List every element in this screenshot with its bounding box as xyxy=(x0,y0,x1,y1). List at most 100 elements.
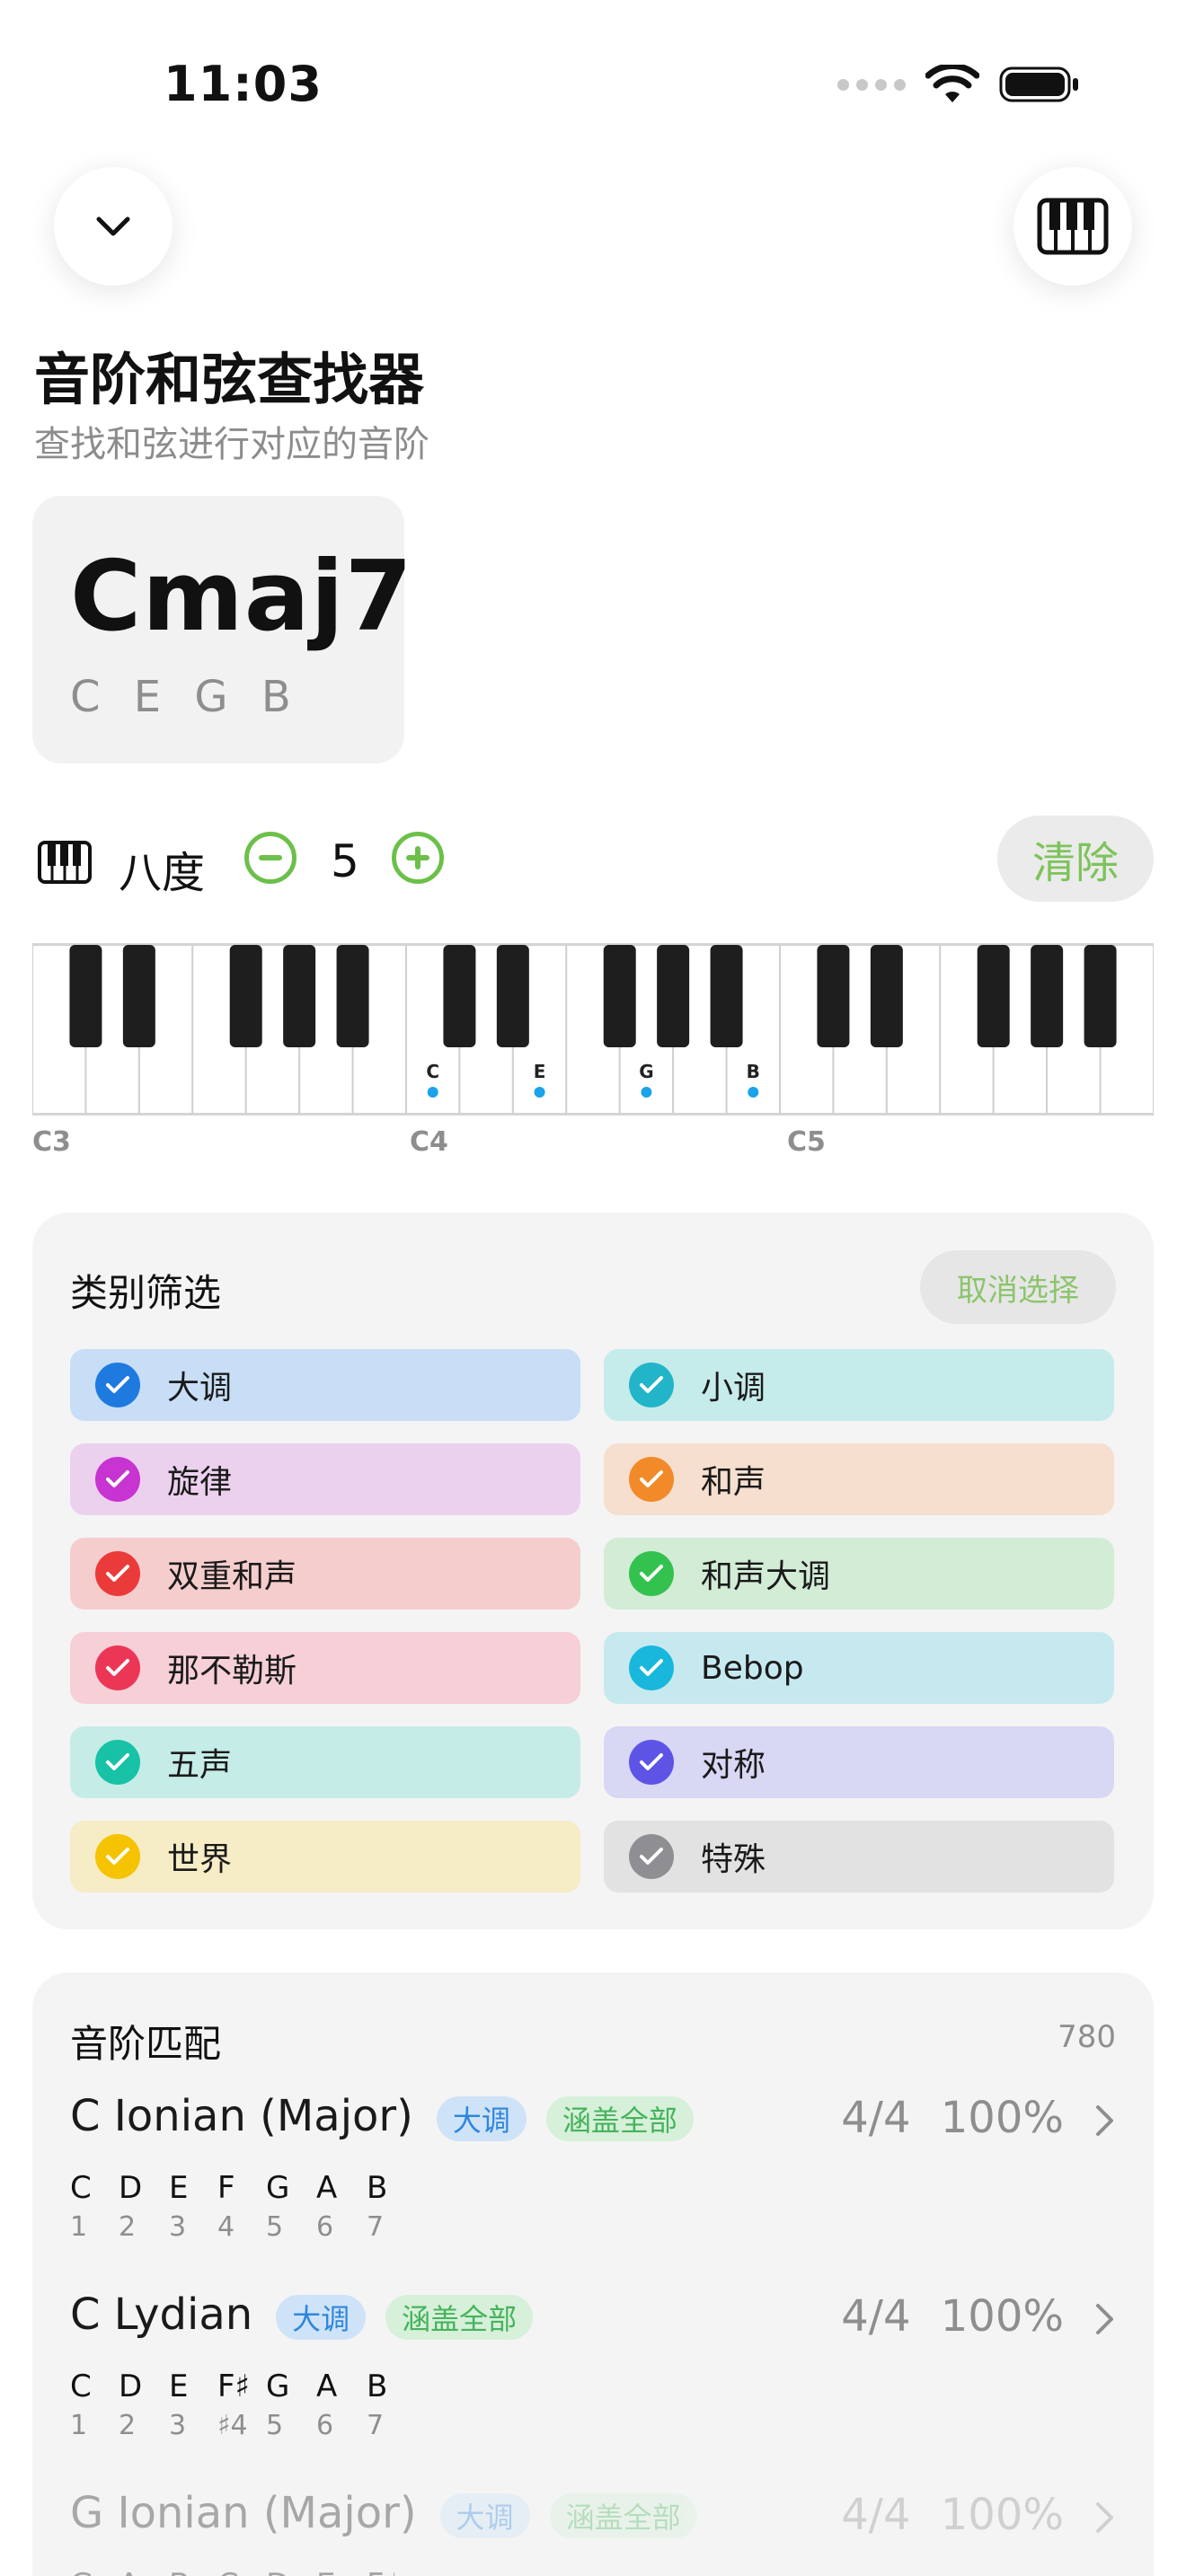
scale-name: C Lydian xyxy=(70,2289,253,2340)
black-key[interactable] xyxy=(977,945,1010,1047)
black-key[interactable] xyxy=(496,945,529,1047)
checkmark-icon xyxy=(629,1740,674,1785)
filter-chip[interactable]: 和声大调 xyxy=(604,1538,1114,1610)
scale-note: B xyxy=(367,2369,388,2404)
filter-chip[interactable]: 和声 xyxy=(604,1443,1114,1515)
match-ratio: 4/4 xyxy=(841,2291,911,2342)
scale-degree: 1 xyxy=(70,2211,88,2243)
filter-chip[interactable]: 特殊 xyxy=(604,1821,1114,1892)
filter-chip[interactable]: 旋律 xyxy=(70,1443,580,1515)
match-ratio: 4/4 xyxy=(841,2093,911,2143)
black-key[interactable] xyxy=(122,945,155,1047)
checkmark-icon xyxy=(95,1457,140,1502)
scale-note: C xyxy=(70,2369,92,2404)
filter-chip-label: 那不勒斯 xyxy=(167,1653,297,1689)
collapse-button[interactable] xyxy=(54,167,173,286)
match-percent: 100% xyxy=(940,2490,1064,2540)
scale-note: C xyxy=(217,2567,239,2576)
filter-chip[interactable]: 双重和声 xyxy=(70,1538,580,1610)
black-key[interactable] xyxy=(443,945,476,1047)
key-highlight-dot xyxy=(748,1087,759,1098)
coverage-badge: 涵盖全部 xyxy=(545,2096,694,2141)
deselect-all-button[interactable]: 取消选择 xyxy=(920,1250,1116,1324)
match-score: 4/4 100% xyxy=(841,2291,1064,2342)
checkmark-icon xyxy=(95,1645,140,1690)
black-key[interactable] xyxy=(657,945,690,1047)
scale-note: D xyxy=(266,2567,289,2576)
filter-chip-label: 特殊 xyxy=(701,1841,766,1878)
filter-chip-label: 和声 xyxy=(701,1464,766,1501)
cellular-signal-icon xyxy=(837,78,906,91)
scale-match-row[interactable]: G Ionian (Major)大调涵盖全部4/4 100%GABCDEF♯12… xyxy=(70,2488,1116,2576)
status-time: 11:03 xyxy=(164,56,323,112)
black-key[interactable] xyxy=(336,945,369,1047)
chord-card[interactable]: Cmaj7 C E G B xyxy=(32,496,412,763)
scale-note: F xyxy=(217,2170,235,2206)
filter-chip[interactable]: 大调 xyxy=(70,1349,580,1421)
black-key[interactable] xyxy=(870,945,903,1047)
filter-chip[interactable]: Bebop xyxy=(604,1632,1114,1704)
filter-chip-label: Bebop xyxy=(701,1649,804,1687)
scale-match-row[interactable]: C Lydian 大调 涵盖全部 4/4 100% C D E F♯ G A B 1 2 3 ♯4 5 6 7 xyxy=(70,2289,1116,2469)
scale-note: F♯ xyxy=(367,2567,399,2576)
piano-keyboard-svg[interactable]: CEGB xyxy=(31,944,1155,1115)
scale-degree: 7 xyxy=(367,2410,385,2441)
checkmark-icon xyxy=(95,1834,140,1879)
scale-matches-card: 音阶匹配 780 C Ionian (Major) 大调 涵盖全部 4/4 100% C… xyxy=(32,1972,1154,2576)
octave-markers: C3 C4 C5 xyxy=(32,1126,1154,1162)
key-highlight-dot xyxy=(427,1087,438,1098)
filter-chip[interactable]: 小调 xyxy=(604,1349,1114,1421)
checkmark-icon xyxy=(629,1363,674,1407)
matches-title: 音阶匹配 xyxy=(70,2022,222,2066)
category-filter-card: 类别筛选 取消选择 大调 小调 旋律 和声 双重和声 和声大调 那不勒斯 Bebop 五声 对称世… xyxy=(32,1213,1154,1929)
filter-chip[interactable]: 五声 xyxy=(70,1726,580,1798)
scale-degree: 2 xyxy=(119,2410,137,2441)
octave-increment-button[interactable] xyxy=(392,832,444,884)
black-key[interactable] xyxy=(1084,945,1117,1047)
checkmark-icon xyxy=(95,1551,140,1596)
scale-note: G xyxy=(70,2567,93,2576)
filter-chip[interactable]: 对称 xyxy=(604,1726,1114,1798)
scale-note: A xyxy=(316,2369,338,2404)
piano-keyboard[interactable]: CEGB xyxy=(31,943,1155,1116)
scale-degree: ♯4 xyxy=(217,2410,248,2441)
piano-keys-icon xyxy=(1037,198,1109,255)
filter-chip[interactable]: 世界 xyxy=(70,1821,580,1892)
black-key[interactable] xyxy=(229,945,262,1047)
status-bar: 11:03 xyxy=(0,0,1186,162)
black-key[interactable] xyxy=(603,945,636,1047)
match-ratio: 4/4 xyxy=(841,2490,911,2540)
key-highlight-dot xyxy=(641,1087,652,1098)
scale-match-row[interactable]: C Ionian (Major) 大调 涵盖全部 4/4 100% C D E F G A B 1 2 3… xyxy=(70,2091,1116,2271)
piano-icon xyxy=(38,841,92,884)
black-key[interactable] xyxy=(817,945,850,1047)
wifi-icon xyxy=(925,65,979,102)
scale-note: A xyxy=(316,2170,338,2206)
match-percent: 100% xyxy=(940,2291,1064,2342)
octave-decrement-button[interactable] xyxy=(244,832,296,884)
black-key[interactable] xyxy=(710,945,743,1047)
piano-keyboard-button[interactable] xyxy=(1013,167,1132,286)
black-key[interactable] xyxy=(69,945,102,1047)
scale-note: G xyxy=(266,2170,290,2206)
checkmark-icon xyxy=(629,1457,674,1502)
category-badge: 大调 xyxy=(439,2493,530,2538)
coverage-badge: 涵盖全部 xyxy=(385,2295,534,2340)
clear-button[interactable]: 清除 xyxy=(997,816,1154,902)
filter-chip[interactable]: 那不勒斯 xyxy=(70,1632,580,1704)
black-key[interactable] xyxy=(283,945,316,1047)
chord-notes: C E G B xyxy=(70,672,295,722)
filter-chip-label: 旋律 xyxy=(167,1464,233,1501)
match-score: 4/4 100% xyxy=(841,2093,1064,2143)
filter-chip-label: 大调 xyxy=(167,1370,233,1407)
page-title: 音阶和弦查找器 xyxy=(34,347,425,412)
category-badge: 大调 xyxy=(436,2096,527,2141)
scale-degree: 3 xyxy=(169,2410,187,2441)
key-note-label: G xyxy=(639,1061,653,1082)
scale-note: E xyxy=(169,2170,189,2206)
black-key[interactable] xyxy=(1031,945,1064,1047)
match-score: 4/4 100% xyxy=(841,2490,1064,2540)
checkmark-icon xyxy=(629,1645,674,1690)
filter-grid: 大调 小调旋律 和声双重和声 和声大调那不勒斯 Bebop 五声 对称 世界 特殊 xyxy=(70,1349,1116,1892)
chevron-down-icon xyxy=(96,216,130,236)
